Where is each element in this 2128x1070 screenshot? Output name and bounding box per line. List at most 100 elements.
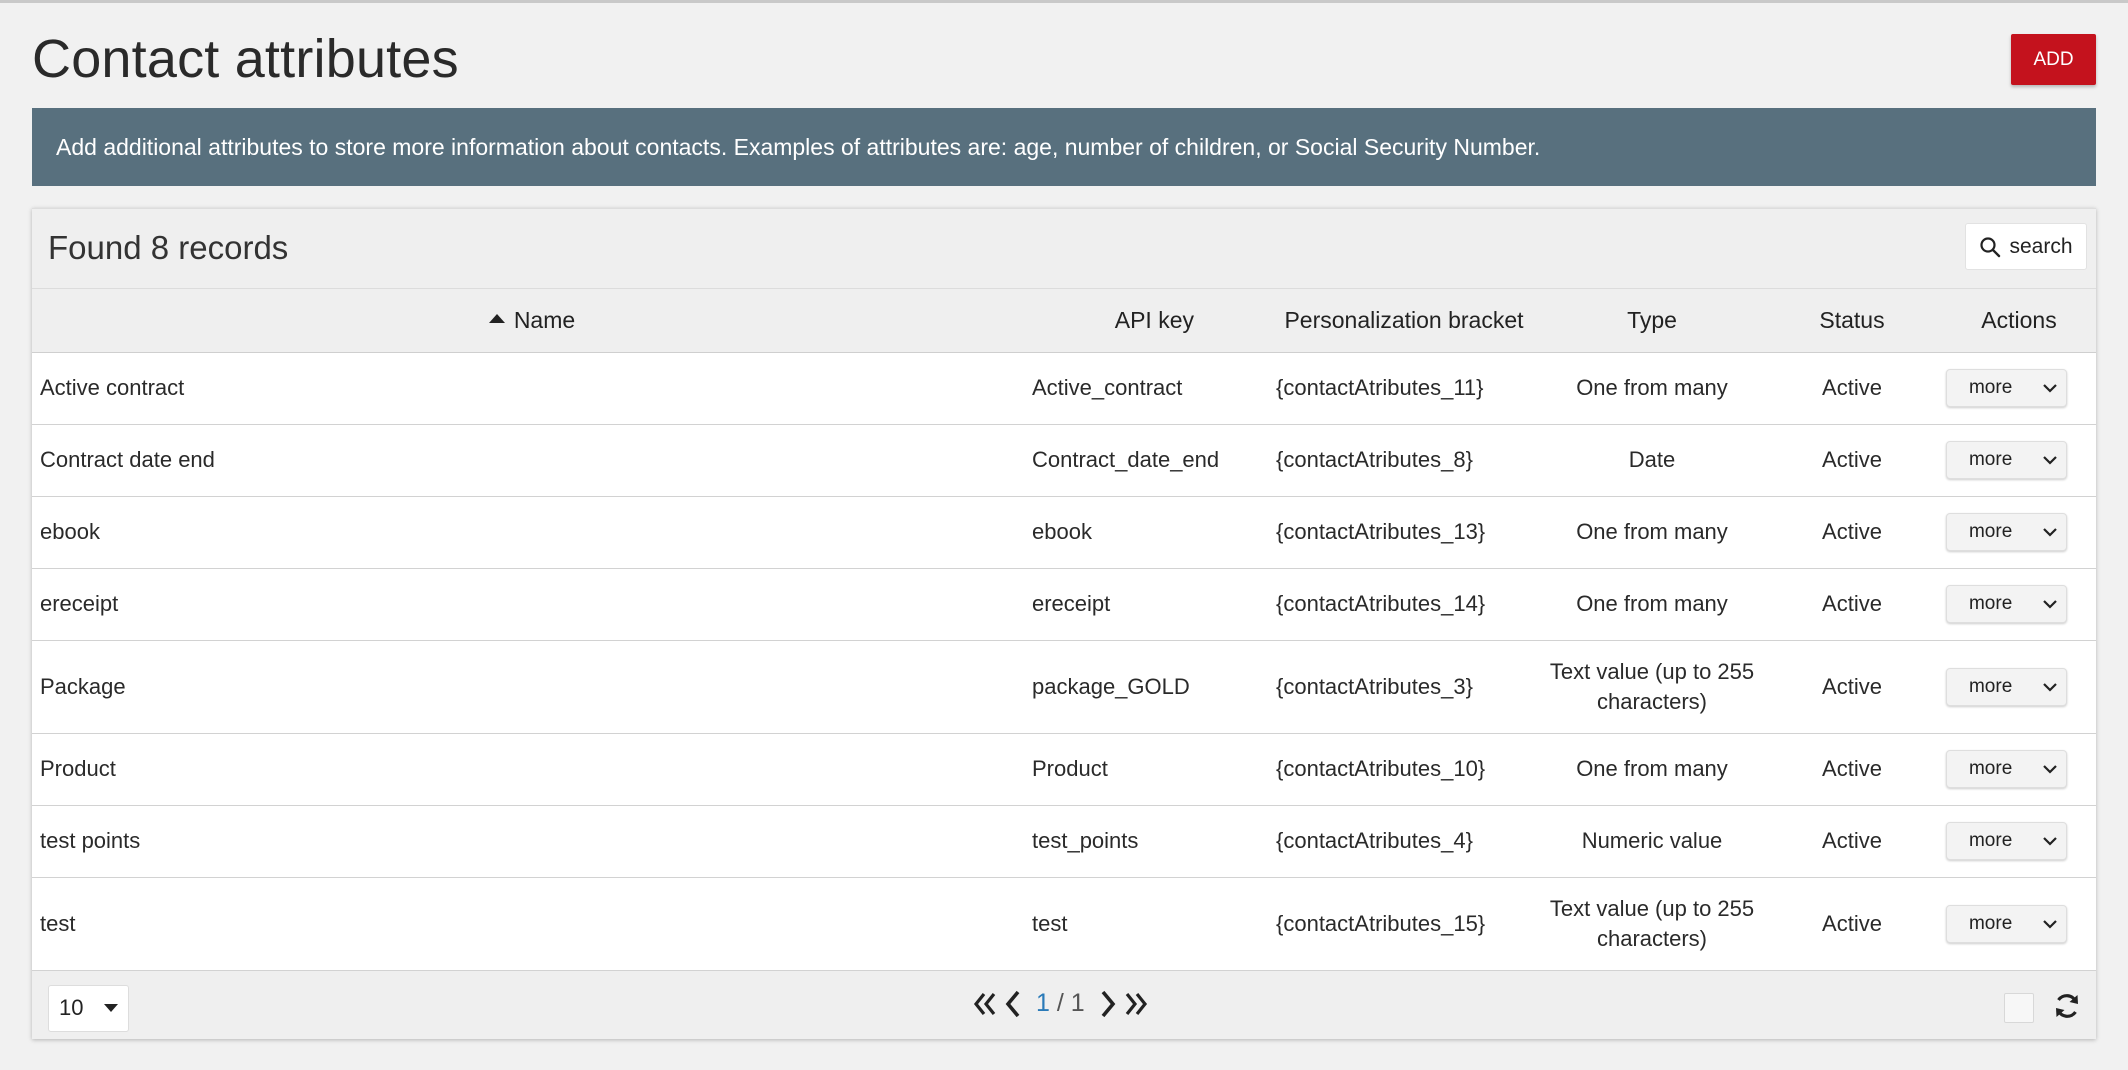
column-bracket-header[interactable]: Personalization bracket: [1266, 289, 1542, 353]
table-row[interactable]: ereceipt ereceipt {contactAtributes_14} One…: [32, 568, 2096, 641]
cell-bracket: {contactAtributes_15}: [1266, 877, 1542, 971]
double-chevron-right-icon[interactable]: [1123, 990, 1149, 1018]
cell-api-key: Product: [1032, 733, 1266, 806]
cell-bracket: {contactAtributes_14}: [1266, 568, 1542, 641]
more-button[interactable]: more: [1946, 667, 2067, 706]
info-banner: Add additional attributes to store more …: [32, 108, 2096, 186]
cell-status: Active: [1762, 640, 1942, 734]
cell-status: Active: [1762, 568, 1942, 641]
search-button[interactable]: search: [1965, 223, 2087, 270]
table-row[interactable]: Package package_GOLD {contactAtributes_3} T…: [32, 640, 2096, 734]
view-toggle[interactable]: [2004, 993, 2034, 1023]
column-status-header[interactable]: Status: [1762, 289, 1942, 353]
cell-type: Date: [1542, 424, 1762, 497]
records-panel: Found 8 records search Name API key Pers…: [32, 208, 2096, 1039]
more-button[interactable]: more: [1946, 750, 2067, 788]
more-label: more: [1968, 758, 2013, 779]
footer-tools: [2004, 991, 2082, 1026]
page-title: Contact attributes: [32, 29, 459, 89]
table-row[interactable]: Contract date end Contract_date_end {conta…: [32, 424, 2096, 497]
total-pages: 1: [1070, 989, 1085, 1017]
page-size-select[interactable]: 10: [48, 984, 129, 1032]
cell-type: Text value (up to 255 characters): [1542, 640, 1762, 734]
more-button[interactable]: more: [1946, 822, 2067, 860]
cell-actions: more: [1942, 424, 2096, 497]
column-api-key-header[interactable]: API key: [1032, 289, 1266, 353]
cell-status: Active: [1762, 733, 1942, 806]
more-label: more: [1968, 593, 2013, 614]
cell-actions: more: [1942, 877, 2096, 971]
cell-status: Active: [1762, 352, 1942, 425]
cell-actions: more: [1942, 568, 2096, 641]
search-icon: [1980, 236, 2001, 257]
cell-actions: more: [1942, 352, 2096, 425]
table-row[interactable]: Active contract Active_contract {contactAt…: [32, 352, 2096, 425]
cell-name: Package: [32, 640, 1032, 734]
more-button[interactable]: more: [1946, 585, 2067, 623]
page-indicator: 1 / 1: [1036, 989, 1085, 1018]
panel-header: Found 8 records search: [32, 209, 2096, 289]
table-row[interactable]: test test {contactAtributes_15} Text value …: [32, 877, 2096, 971]
page-separator: /: [1056, 989, 1064, 1017]
column-type-header[interactable]: Type: [1542, 289, 1762, 353]
cell-name: test: [32, 877, 1032, 971]
search-label: search: [2009, 234, 2073, 258]
cell-bracket: {contactAtributes_13}: [1266, 496, 1542, 569]
cell-actions: more: [1942, 805, 2096, 878]
chevron-down-icon: [2034, 836, 2066, 846]
sort-ascending-icon: [488, 314, 505, 324]
cell-name: ereceipt: [32, 568, 1032, 641]
more-button[interactable]: more: [1946, 513, 2067, 551]
cell-actions: more: [1942, 733, 2096, 806]
cell-actions: more: [1942, 640, 2096, 734]
cell-name: Active contract: [32, 352, 1032, 425]
cell-status: Active: [1762, 805, 1942, 878]
more-label: more: [1968, 449, 2013, 470]
pagination: 1 / 1: [972, 984, 1149, 1024]
cell-api-key: ebook: [1032, 496, 1266, 569]
cell-bracket: {contactAtributes_8}: [1266, 424, 1542, 497]
more-button[interactable]: more: [1946, 441, 2067, 479]
records-count: Found 8 records: [48, 229, 289, 266]
chevron-down-icon: [2034, 764, 2066, 774]
cell-name: test points: [32, 805, 1032, 878]
cell-type: Text value (up to 255 characters): [1542, 877, 1762, 971]
page-header: Contact attributes ADD: [32, 0, 2096, 108]
chevron-down-icon: [2034, 455, 2066, 465]
more-label: more: [1968, 912, 2013, 934]
cell-name: Product: [32, 733, 1032, 806]
more-label: more: [1968, 377, 2013, 398]
table-header-row: Name API key Personalization bracket Typ…: [32, 289, 2096, 353]
caret-down-icon: [104, 1004, 118, 1012]
cell-type: One from many: [1542, 568, 1762, 641]
cell-name: Contract date end: [32, 424, 1032, 497]
chevron-left-icon[interactable]: [1004, 989, 1022, 1019]
cell-actions: more: [1942, 496, 2096, 569]
cell-type: One from many: [1542, 496, 1762, 569]
page: Contact attributes ADD Add additional at…: [32, 0, 2096, 1039]
cell-api-key: Active_contract: [1032, 352, 1266, 425]
cell-type: Numeric value: [1542, 805, 1762, 878]
cell-status: Active: [1762, 877, 1942, 971]
add-button[interactable]: ADD: [2011, 34, 2096, 85]
chevron-right-icon[interactable]: [1099, 989, 1117, 1019]
more-label: more: [1968, 521, 2013, 542]
table-row[interactable]: Product Product {contactAtributes_10} One f…: [32, 733, 2096, 806]
table-row[interactable]: test points test_points {contactAtributes_…: [32, 805, 2096, 878]
table-row[interactable]: ebook ebook {contactAtributes_13} One from …: [32, 496, 2096, 569]
cell-api-key: package_GOLD: [1032, 640, 1266, 734]
cell-name: ebook: [32, 496, 1032, 569]
cell-api-key: test: [1032, 877, 1266, 971]
current-page: 1: [1036, 989, 1050, 1017]
more-button[interactable]: more: [1946, 369, 2067, 407]
double-chevron-left-icon[interactable]: [972, 990, 998, 1018]
more-label: more: [1968, 675, 2013, 697]
chevron-down-icon: [2034, 919, 2066, 929]
cell-status: Active: [1762, 496, 1942, 569]
chevron-down-icon: [2034, 527, 2066, 537]
column-actions-header: Actions: [1942, 289, 2096, 353]
more-button[interactable]: more: [1946, 904, 2067, 943]
chevron-down-icon: [2034, 682, 2066, 692]
refresh-icon[interactable]: [2052, 991, 2082, 1026]
column-name-header[interactable]: Name: [32, 289, 1032, 353]
